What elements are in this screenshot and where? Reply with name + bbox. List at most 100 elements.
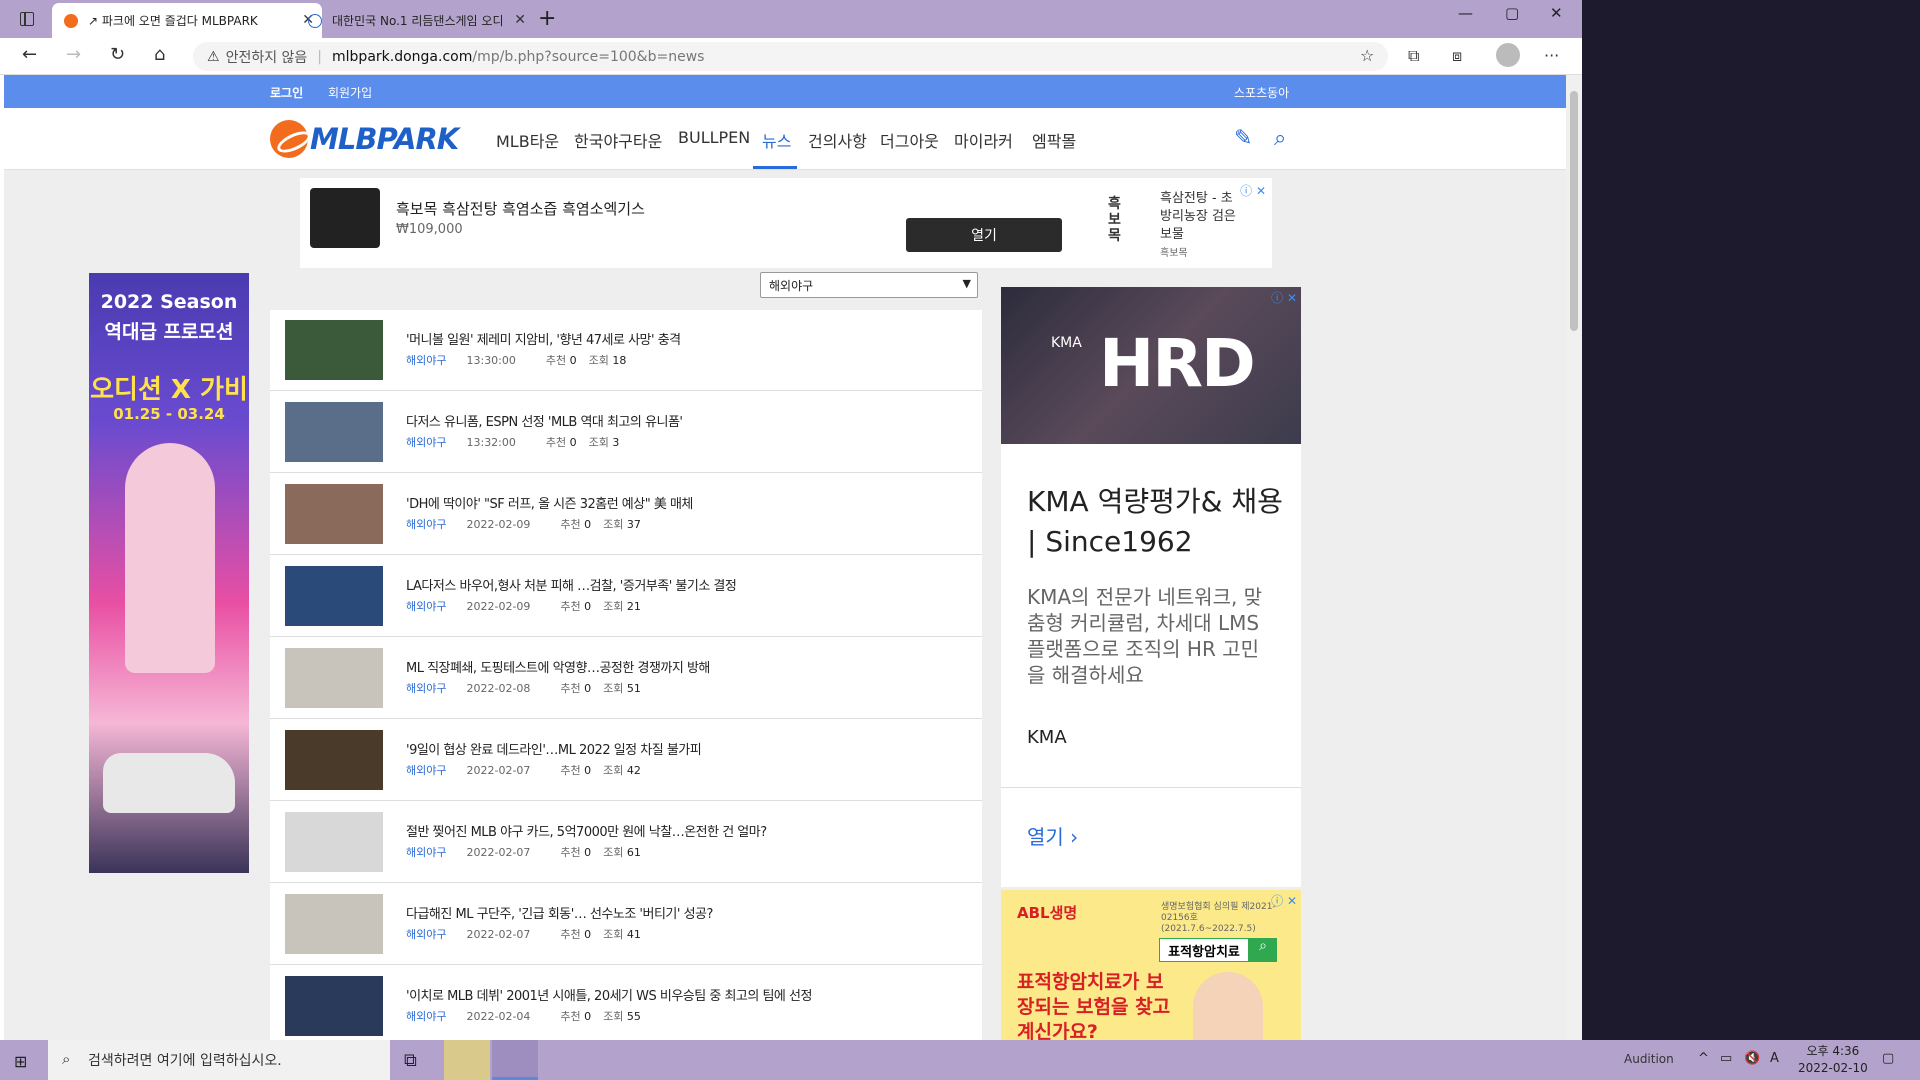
tab-audition[interactable]: 대한민국 No.1 리듬댄스게임 오디 ✕: [296, 3, 534, 38]
search-icon[interactable]: ⌕: [1274, 126, 1286, 151]
article-meta: 해외야구 13:32:00 추천 0 조회 3: [406, 436, 620, 449]
top-ad-banner[interactable]: 흑보목 흑삼전탕 흑염소즙 흑염소엑기스 ₩109,000 열기 흑보목 흑삼전…: [300, 178, 1272, 268]
close-icon[interactable]: ✕: [514, 12, 526, 28]
article-title[interactable]: '이치로 MLB 데뷔' 2001년 시애틀, 20세기 WS 비우승팀 중 최…: [406, 985, 812, 1004]
login-link[interactable]: 로그인: [270, 84, 303, 101]
right-ad-abl[interactable]: ABL생명 생명보험협회 심의필 제2021-02156호(2021.7.6~2…: [1001, 890, 1301, 1040]
ad-open-button[interactable]: 열기: [906, 218, 1062, 252]
clock-time: 오후 4:36: [1806, 1044, 1860, 1058]
list-item[interactable]: 다저스 유니폼, ESPN 선정 'MLB 역대 최고의 유니폼' 해외야구 13…: [270, 392, 982, 473]
thumbnail[interactable]: [285, 484, 383, 544]
collections-icon[interactable]: ⧉: [1408, 46, 1419, 66]
divider: |: [317, 48, 323, 65]
site-logo[interactable]: MLBPARK: [270, 120, 459, 158]
article-title[interactable]: 다급해진 ML 구단주, '긴급 회동'… 선수노조 '버티기' 성공?: [406, 903, 713, 922]
ad-line-2: 역대급 프로모션: [104, 321, 234, 343]
article-title[interactable]: '9일이 협상 완료 데드라인'…ML 2022 일정 차질 불가피: [406, 739, 702, 758]
thumbnail[interactable]: [285, 976, 383, 1036]
join-link[interactable]: 회원가입: [328, 84, 372, 101]
tab-mlbpark[interactable]: ↗ 파크에 오면 즐겁다 MLBPARK ✕: [52, 3, 322, 38]
refresh-icon[interactable]: ↻: [110, 44, 125, 65]
thumbnail[interactable]: [285, 812, 383, 872]
thumbnail[interactable]: [285, 320, 383, 380]
clock-date: 2022-02-10: [1798, 1061, 1868, 1075]
ime-icon[interactable]: A: [1770, 1051, 1779, 1066]
ad-headline: 표적항암치료가 보장되는 보험을 찾고 계신가요?: [1017, 971, 1171, 1040]
menu-my-locker[interactable]: 마이라커: [954, 128, 1013, 152]
product-image: [310, 188, 380, 248]
list-item[interactable]: '9일이 협상 완료 데드라인'…ML 2022 일정 차질 불가피 해외야구 2…: [270, 720, 982, 801]
article-meta: 해외야구 2022-02-07 추천 0 조회 61: [406, 846, 641, 859]
thumbnail[interactable]: [285, 894, 383, 954]
thumbnail[interactable]: [285, 566, 383, 626]
menu-mpark-mall[interactable]: 엠팍몰: [1032, 128, 1076, 152]
minimize-icon[interactable]: —: [1458, 4, 1473, 22]
forward-icon[interactable]: →: [66, 44, 81, 65]
menu-kbo-town[interactable]: 한국야구타운: [574, 128, 662, 152]
pencil-icon[interactable]: ✎: [1234, 126, 1252, 151]
list-item[interactable]: 다급해진 ML 구단주, '긴급 회동'… 선수노조 '버티기' 성공? 해외야…: [270, 884, 982, 965]
list-item[interactable]: '머니볼 일원' 제레미 지암비, '향년 47세로 사망' 충격 해외야구 13…: [270, 310, 982, 391]
notification-icon[interactable]: ▢: [1882, 1051, 1894, 1066]
news-list: '머니볼 일원' 제레미 지암비, '향년 47세로 사망' 충격 해외야구 13…: [270, 310, 982, 1040]
article-title[interactable]: '머니볼 일원' 제레미 지암비, '향년 47세로 사망' 충격: [406, 329, 681, 348]
article-title[interactable]: 절반 찢어진 MLB 야구 카드, 5억7000만 원에 낙찰…온전한 건 얼마…: [406, 821, 767, 840]
ad-close-icon[interactable]: ⓘ ✕: [1271, 289, 1297, 306]
menu-suggestions[interactable]: 건의사항: [808, 128, 867, 152]
ad-search-box[interactable]: 표적항암치료: [1159, 938, 1249, 962]
ad-right-text: 흑삼전탕 - 초방리농장 검은보물: [1160, 191, 1236, 242]
favorite-add-icon[interactable]: ☆: [1360, 46, 1374, 65]
menu-dugout[interactable]: 더그아웃: [880, 128, 939, 152]
windows-start-icon[interactable]: ⊞: [14, 1052, 27, 1071]
maximize-icon[interactable]: ▢: [1505, 4, 1519, 22]
article-title[interactable]: ML 직장폐쇄, 도핑테스트에 악영향…공정한 경쟁까지 방해: [406, 657, 710, 676]
url-input[interactable]: ⚠ 안전하지 않음 | mlbpark.donga.com /mp/b.php?…: [193, 42, 1388, 71]
article-title[interactable]: 'DH에 딱이야' "SF 러프, 올 시즌 32홈런 예상" 美 매체: [406, 493, 693, 512]
article-title[interactable]: 다저스 유니폼, ESPN 선정 'MLB 역대 최고의 유니폼': [406, 411, 683, 430]
network-icon[interactable]: ▭: [1720, 1051, 1732, 1066]
tray-app-label[interactable]: Audition: [1624, 1052, 1674, 1066]
article-title[interactable]: LA다저스 바우어,형사 처분 피해 …검찰, '증거부족' 불기소 결정: [406, 575, 737, 594]
vertical-scrollbar[interactable]: [1566, 75, 1582, 1040]
list-item[interactable]: 절반 찢어진 MLB 야구 카드, 5억7000만 원에 낙찰…온전한 건 얼마…: [270, 802, 982, 883]
list-item[interactable]: LA다저스 바우어,형사 처분 피해 …검찰, '증거부족' 불기소 결정 해외…: [270, 556, 982, 637]
file-explorer-icon[interactable]: [444, 1040, 490, 1080]
profile-avatar[interactable]: [1496, 43, 1520, 67]
ad-advertiser: KMA: [1027, 727, 1067, 748]
more-icon[interactable]: ···: [1544, 46, 1559, 65]
clock[interactable]: 오후 4:36 2022-02-10: [1798, 1043, 1868, 1077]
sports-donga-link[interactable]: 스포츠동아: [1234, 84, 1289, 101]
tab-actions-icon[interactable]: [20, 12, 34, 26]
taskbar-search-input[interactable]: ⌕ 검색하려면 여기에 입력하십시오.: [48, 1040, 390, 1080]
ad-open-link[interactable]: 열기 ›: [1027, 821, 1078, 850]
search-icon[interactable]: ⌕: [1249, 938, 1277, 962]
task-view-icon[interactable]: ⧉: [404, 1050, 417, 1071]
menu-bullpen[interactable]: BULLPEN: [678, 128, 750, 147]
list-item[interactable]: '이치로 MLB 데뷔' 2001년 시애틀, 20세기 WS 비우승팀 중 최…: [270, 966, 982, 1040]
left-ad-banner[interactable]: 2022 Season 역대급 프로모션 오디션 X 가비 01.25 - 03…: [89, 273, 249, 873]
ad-close-icon[interactable]: ⓘ ✕: [1271, 892, 1297, 909]
thumbnail[interactable]: [285, 648, 383, 708]
ad-description: KMA의 전문가 네트워크, 맞춤형 커리큘럼, 차세대 LMS 플랫폼으로 조…: [1027, 585, 1263, 687]
close-window-icon[interactable]: ✕: [1550, 4, 1563, 22]
ad-close-icon[interactable]: ⓘ ✕: [1240, 182, 1266, 199]
scrollbar-thumb[interactable]: [1570, 91, 1578, 331]
chevron-up-icon[interactable]: ^: [1698, 1051, 1709, 1066]
thumbnail[interactable]: [285, 730, 383, 790]
menu-news[interactable]: 뉴스: [762, 128, 791, 152]
extensions-icon[interactable]: ⧈: [1452, 46, 1462, 66]
back-icon[interactable]: ←: [22, 44, 37, 65]
list-item[interactable]: 'DH에 딱이야' "SF 러프, 올 시즌 32홈런 예상" 美 매체 해외야…: [270, 474, 982, 555]
volume-muted-icon[interactable]: 🔇: [1744, 1051, 1760, 1066]
taskbar-search-placeholder: 검색하려면 여기에 입력하십시오.: [88, 1053, 282, 1069]
edge-browser-icon[interactable]: [492, 1040, 538, 1080]
home-icon[interactable]: ⌂: [154, 44, 165, 65]
new-tab-icon[interactable]: +: [538, 6, 556, 31]
menu-mlb-town[interactable]: MLB타운: [496, 128, 559, 152]
category-select[interactable]: 해외야구 ▼: [760, 272, 978, 298]
thumbnail[interactable]: [285, 402, 383, 462]
ad-dates: 01.25 - 03.24: [113, 405, 225, 423]
active-menu-indicator: [753, 166, 797, 169]
right-ad-kma[interactable]: KMA HRD ⓘ ✕ KMA 역량평가& 채용 | Since1962 KMA…: [1001, 287, 1301, 887]
list-item[interactable]: ML 직장폐쇄, 도핑테스트에 악영향…공정한 경쟁까지 방해 해외야구 2022…: [270, 638, 982, 719]
